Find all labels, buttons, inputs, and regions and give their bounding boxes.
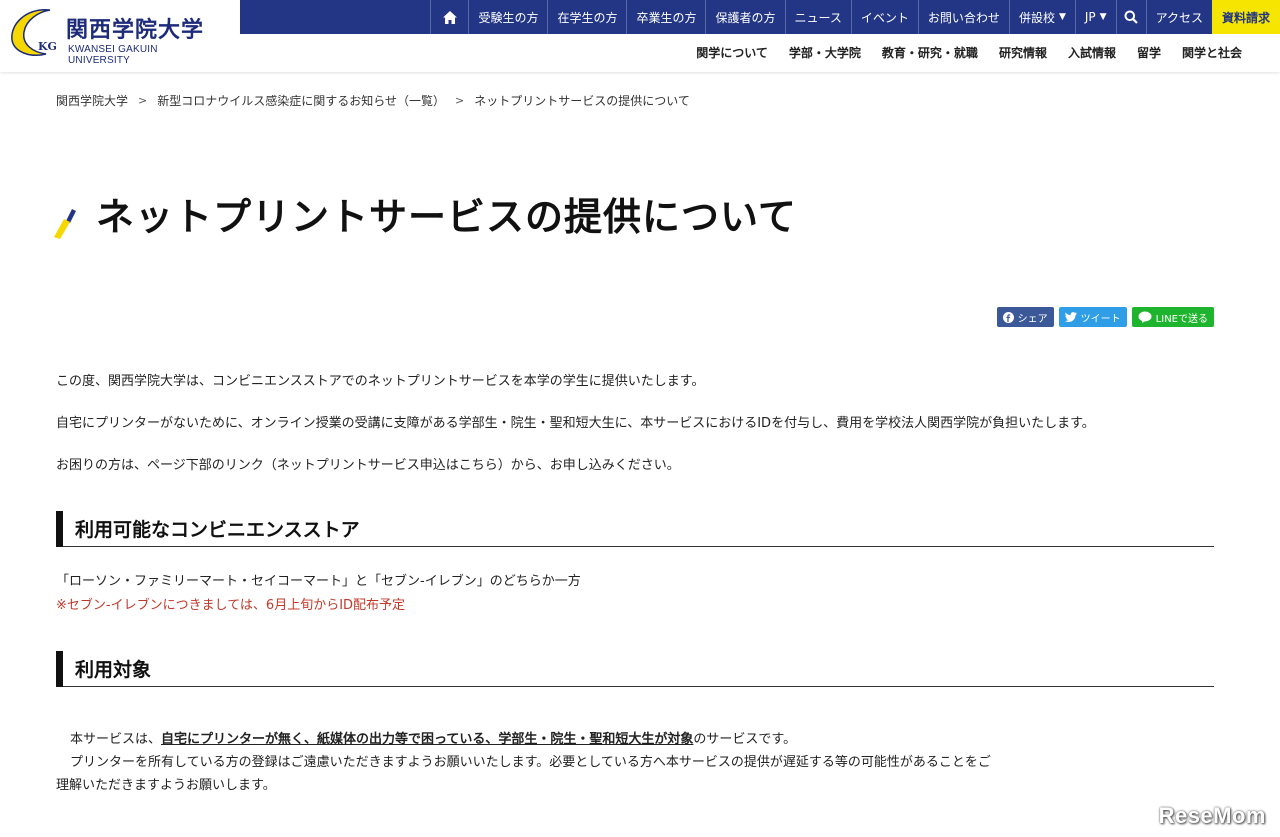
home-icon: [442, 10, 457, 24]
topnav-alumni[interactable]: 卒業生の方: [626, 0, 705, 34]
language-dropdown[interactable]: JP ▼: [1074, 0, 1116, 34]
intro-paragraph-2: 自宅にプリンターがないために、オンライン授業の受講に支障がある学部生・院生・聖和…: [56, 416, 1095, 431]
page-title: ネットプリントサービスの提供について: [96, 195, 797, 239]
breadcrumb-covid-list[interactable]: 新型コロナウイルス感染症に関するお知らせ（一覧）: [157, 92, 445, 109]
main-nav: 関学について 学部・大学院 教育・研究・就職 研究情報 入試情報 留学 関学と社…: [696, 44, 1242, 61]
logo-mark-text: KG: [38, 40, 57, 53]
mainnav-faculties[interactable]: 学部・大学院: [789, 44, 861, 61]
language-label: JP: [1084, 10, 1096, 24]
mainnav-about[interactable]: 関学について: [696, 44, 768, 61]
stores-text: 「ローソン・ファミリーマート・セイコーマート」と「セブン-イレブン」のどちらか一…: [56, 574, 581, 589]
twitter-share-label: ツイート: [1080, 313, 1121, 325]
mainnav-society[interactable]: 関学と社会: [1182, 44, 1242, 61]
section-heading-stores: 利用可能なコンビニエンスストア: [56, 510, 1214, 547]
intro-paragraph-1: この度、関西学院大学は、コンビニエンスストアでのネットプリントサービスを本学の学…: [56, 374, 705, 389]
section-bar: [56, 650, 63, 687]
seven-eleven-note: ※セブン-イレブンにつきましては、6月上旬からID配布予定: [56, 598, 406, 613]
mainnav-admissions[interactable]: 入試情報: [1068, 44, 1116, 61]
mainnav-education[interactable]: 教育・研究・就職: [882, 44, 978, 61]
chevron-right-icon: >: [455, 94, 465, 107]
section-heading-eligibility: 利用対象: [56, 650, 1214, 687]
caret-down-icon: ▼: [1058, 12, 1066, 22]
crescent-logo-icon: KG: [11, 9, 57, 56]
twitter-share-button[interactable]: ツイート: [1058, 307, 1127, 327]
section-heading-stores-text: 利用可能なコンビニエンスストア: [75, 519, 360, 541]
request-materials-button[interactable]: 資料請求: [1211, 0, 1280, 34]
section-heading-eligibility-text: 利用対象: [75, 659, 152, 681]
topnav-students[interactable]: 在学生の方: [547, 0, 626, 34]
mainnav-study-abroad[interactable]: 留学: [1137, 44, 1161, 61]
eligibility-line-2: プリンターを所有している方の登録はご遠慮いただきますようお願いいたします。必要と…: [70, 755, 991, 770]
chevron-right-icon: >: [138, 94, 148, 107]
logo-text-ja: 関西学院大学: [66, 17, 205, 43]
topnav-parents[interactable]: 保護者の方: [705, 0, 784, 34]
topnav-events[interactable]: イベント: [850, 0, 918, 34]
breadcrumb-current: ネットプリントサービスの提供について: [474, 94, 690, 108]
eligibility-suffix: のサービスです。: [693, 732, 797, 747]
mainnav-research[interactable]: 研究情報: [999, 44, 1047, 61]
topnav-news[interactable]: ニュース: [784, 0, 851, 34]
line-share-label: LINEで送る: [1155, 313, 1208, 325]
slash-accent-icon: [54, 208, 76, 239]
eligibility-prefix: 本サービスは、: [70, 732, 162, 747]
search-button[interactable]: [1115, 0, 1146, 34]
facebook-icon: [1002, 311, 1014, 323]
utility-nav: 受験生の方 在学生の方 卒業生の方 保護者の方 ニュース イベント お問い合わせ…: [240, 0, 1280, 34]
affiliated-schools-dropdown[interactable]: 併設校 ▼: [1008, 0, 1075, 34]
section-bar: [56, 510, 63, 547]
intro-paragraph-3: お困りの方は、ページ下部のリンク（ネットプリントサービス申込はこちら）から、お申…: [56, 458, 680, 473]
search-icon: [1124, 10, 1138, 24]
eligibility-line-1: 本サービスは、自宅にプリンターが無く、紙媒体の出力等で困っている、学部生・院生・…: [70, 728, 796, 747]
affiliated-schools-label: 併設校: [1018, 10, 1055, 25]
line-share-button[interactable]: LINEで送る: [1131, 307, 1214, 327]
line-icon: [1138, 311, 1152, 323]
facebook-share-button[interactable]: シェア: [996, 307, 1054, 327]
caret-down-icon: ▼: [1099, 12, 1107, 22]
logo-text-en: KWANSEI GAKUIN UNIVERSITY: [68, 44, 158, 66]
topnav-contact[interactable]: お問い合わせ: [917, 0, 1009, 34]
watermark-logo: ReseMom: [1158, 803, 1266, 828]
university-logo[interactable]: KG 関西学院大学 KWANSEI GAKUIN UNIVERSITY: [6, 6, 216, 66]
site-header: KG 関西学院大学 KWANSEI GAKUIN UNIVERSITY 受験生の…: [0, 0, 1280, 72]
home-button[interactable]: [430, 0, 468, 34]
eligibility-emphasis: 自宅にプリンターが無く、紙媒体の出力等で困っている、学部生・院生・聖和短大生が対…: [161, 732, 694, 747]
breadcrumb-home[interactable]: 関西学院大学: [56, 92, 128, 109]
facebook-share-label: シェア: [1017, 313, 1048, 325]
topnav-prospective[interactable]: 受験生の方: [468, 0, 547, 34]
breadcrumb: 関西学院大学 > 新型コロナウイルス感染症に関するお知らせ（一覧） > ネットプ…: [56, 92, 690, 109]
access-link[interactable]: アクセス: [1145, 0, 1212, 34]
twitter-icon: [1064, 312, 1077, 322]
eligibility-line-3: 理解いただきますようお願いします。: [56, 778, 276, 793]
page-title-block: ネットプリントサービスの提供について: [52, 186, 797, 241]
share-buttons: シェア ツイート LINEで送る: [996, 307, 1214, 327]
